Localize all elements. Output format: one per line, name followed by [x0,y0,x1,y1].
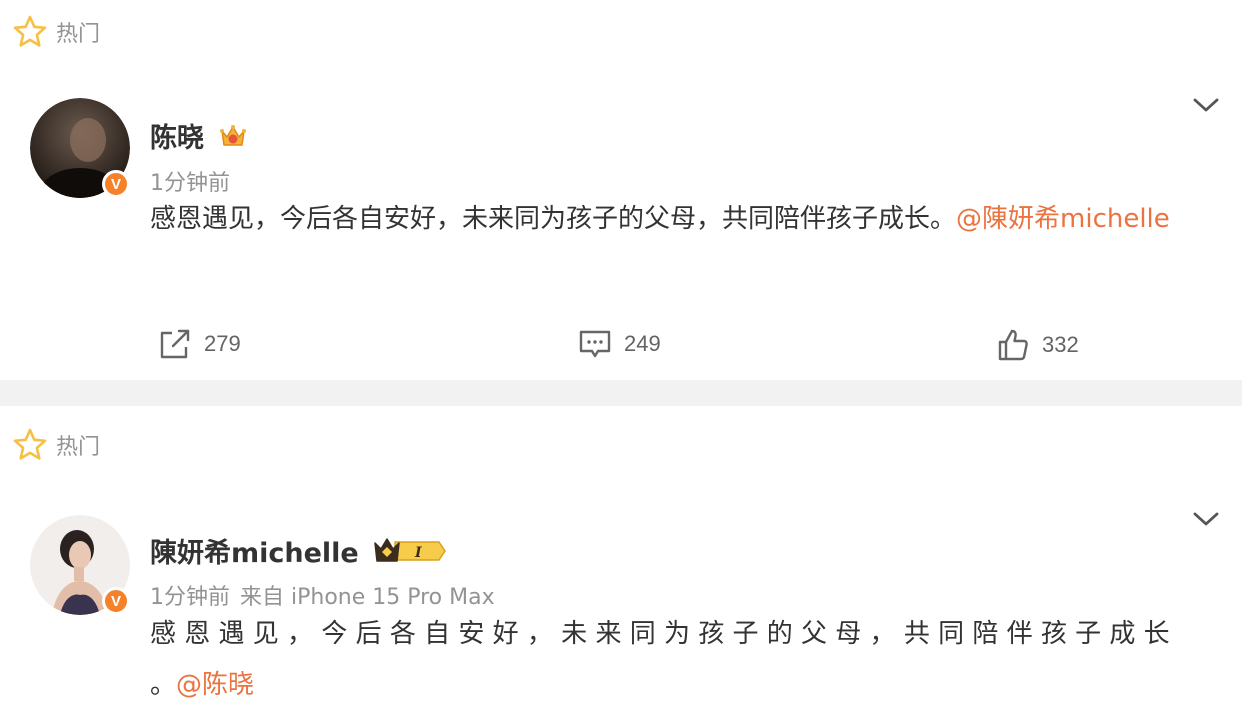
chevron-down-icon[interactable] [1192,96,1220,114]
star-outline-icon [13,15,47,47]
mention-link[interactable]: @陈晓 [176,670,254,700]
crown-vip-level-icon: I [374,537,446,562]
feed-card: 热门 V 陈晓 1分钟前 感恩遇见，今后各自安好，未来同为孩子的父母，共同陪伴孩… [0,0,1242,380]
hot-label: 热门 [56,22,101,47]
post-meta: 1分钟前 来自 iPhone 15 Pro Max [150,579,495,611]
comment-button[interactable]: 249 [578,328,661,360]
vip-level: I [414,545,422,561]
feed-card: 热门 V 陳妍希michelle I 1分钟前 来自 iPhone 15 Pro… [0,406,1242,725]
action-bar: 279 249 332 [0,322,1242,368]
repost-button[interactable]: 279 [158,328,241,360]
thumbs-up-icon [998,329,1028,361]
post-content: 感 恩 遇 见 ， 今 后 各 自 安 好 ， 未 来 同 为 孩 子 的 父 … [150,609,1200,711]
like-button[interactable]: 332 [996,328,1079,362]
avatar[interactable]: V [30,515,130,615]
post-time: 1分钟前 [150,585,230,610]
comment-count: 249 [624,331,661,356]
author-name[interactable]: 陳妍希michelle [150,531,359,570]
hot-tag: 热门 [12,427,100,463]
verified-badge: V [102,170,130,198]
feed-divider [0,380,1242,406]
star-outline-icon [13,428,47,460]
avatar[interactable]: V [30,98,130,198]
like-count: 332 [1042,332,1079,357]
post-content: 感恩遇见，今后各自安好，未来同为孩子的父母，共同陪伴孩子成长。@陳妍希miche… [150,194,1200,245]
post-source: 来自 iPhone 15 Pro Max [240,585,495,610]
author-row: 陈晓 [150,116,248,155]
author-row: 陳妍希michelle I [150,531,447,570]
post-time: 1分钟前 [150,171,230,196]
chevron-down-icon[interactable] [1192,510,1220,528]
crown-badge-icon [220,124,246,146]
comment-bubble-icon [579,330,611,358]
share-arrow-icon [160,329,190,359]
verified-badge: V [102,587,130,615]
hot-label: 热门 [56,435,101,460]
post-text: 感 恩 遇 见 ， 今 后 各 自 安 好 ， 未 来 同 为 孩 子 的 父 … [150,619,1170,700]
post-meta: 1分钟前 [150,165,230,197]
author-name[interactable]: 陈晓 [150,116,204,155]
post-text: 感恩遇见，今后各自安好，未来同为孩子的父母，共同陪伴孩子成长。 [150,204,957,234]
mention-link[interactable]: @陳妍希michelle [956,204,1170,234]
repost-count: 279 [204,331,241,356]
hot-tag: 热门 [12,14,100,50]
